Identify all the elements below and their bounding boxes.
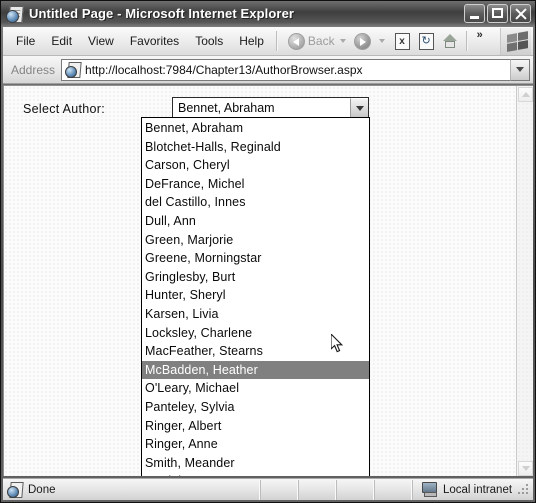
back-arrow-icon [287, 32, 305, 50]
page-content-area: Select Author: Bennet, Abraham Bennet, A… [3, 85, 533, 476]
author-option[interactable]: Blotchet-Halls, Reginald [142, 138, 369, 157]
title-bar: Untitled Page - Microsoft Internet Explo… [1, 1, 535, 26]
network-zone-icon [421, 482, 438, 497]
author-dropdown-list[interactable]: Bennet, Abraham Blotchet-Halls, Reginald C… [141, 117, 370, 476]
address-input[interactable]: http://localhost:7984/Chapter13/AuthorBr… [61, 58, 510, 81]
menu-item-edit[interactable]: Edit [43, 31, 80, 51]
stop-icon: x [394, 33, 410, 50]
author-option[interactable]: Gringlesby, Burt [142, 268, 369, 287]
toolbar-overflow-button[interactable]: » [477, 29, 483, 41]
page-icon [65, 61, 82, 78]
triangle-down-icon [521, 466, 530, 471]
back-button-label: Back [307, 34, 335, 48]
home-button[interactable] [441, 32, 459, 50]
status-message: Done [28, 483, 56, 496]
page-vertical-scrollbar[interactable] [516, 86, 533, 476]
chevron-down-icon [355, 105, 364, 111]
status-segment-3 [337, 479, 375, 500]
menu-toolbar-band: File Edit View Favorites Tools Help Back… [3, 27, 533, 56]
author-option[interactable]: Panteley, Sylvia [142, 398, 369, 417]
address-bar: Address http://localhost:7984/Chapter13/… [3, 56, 533, 84]
menu-item-tools[interactable]: Tools [187, 31, 231, 51]
author-option[interactable]: Greene, Morningstar [142, 249, 369, 268]
status-segment-1 [261, 479, 299, 500]
status-bar: Done Local intranet [3, 478, 533, 500]
menu-item-favorites[interactable]: Favorites [122, 31, 187, 51]
author-option[interactable]: Carson, Cheryl [142, 156, 369, 175]
forward-arrow-icon [353, 32, 371, 50]
navigation-toolbar: Back x ↻ [285, 29, 462, 53]
author-option[interactable]: Hunter, Sheryl [142, 286, 369, 305]
author-option[interactable]: Locksley, Charlene [142, 324, 369, 343]
window-controls [464, 4, 531, 23]
menu-item-help[interactable]: Help [231, 31, 272, 51]
author-option[interactable]: Straight, Dean [142, 472, 369, 476]
author-option[interactable]: del Castillo, Innes [142, 193, 369, 212]
author-option[interactable]: McBadden, Heather [142, 360, 369, 380]
menu-item-file[interactable]: File [8, 31, 43, 51]
toolbar-separator-2 [465, 31, 467, 51]
author-combobox[interactable]: Bennet, Abraham [172, 97, 369, 118]
windows-flag-logo [500, 27, 531, 55]
author-option[interactable]: Green, Marjorie [142, 231, 369, 250]
status-segment-2 [299, 479, 337, 500]
minimize-button[interactable] [464, 4, 485, 23]
author-option[interactable]: DeFrance, Michel [142, 175, 369, 194]
author-option[interactable]: Bennet, Abraham [142, 119, 369, 138]
author-option[interactable]: Karsen, Livia [142, 305, 369, 324]
menu-bar: File Edit View Favorites Tools Help [8, 31, 272, 51]
security-zone-label: Local intranet [443, 483, 513, 496]
author-option[interactable]: O'Leary, Michael [142, 379, 369, 398]
triangle-up-icon [521, 92, 530, 97]
refresh-icon: ↻ [418, 33, 434, 50]
toolbar-separator [275, 31, 277, 51]
ie-page-icon [6, 5, 24, 23]
chevron-down-icon [516, 67, 524, 72]
author-option[interactable]: Ringer, Anne [142, 435, 369, 454]
back-button[interactable]: Back [285, 29, 338, 53]
browser-window-screenshot: Untitled Page - Microsoft Internet Explo… [0, 0, 536, 503]
security-zone-cell[interactable]: Local intranet [413, 480, 533, 500]
address-label: Address [11, 62, 56, 77]
author-option[interactable]: Smith, Meander [142, 454, 369, 473]
maximize-button[interactable] [487, 4, 508, 23]
refresh-button[interactable]: ↻ [417, 32, 435, 50]
author-option[interactable]: Dull, Ann [142, 212, 369, 231]
close-button[interactable] [510, 4, 531, 23]
forward-history-chevron-down-icon[interactable] [378, 39, 385, 43]
window-title: Untitled Page - Microsoft Internet Explo… [29, 6, 295, 21]
stop-button[interactable]: x [393, 32, 411, 50]
address-url-text: http://localhost:7984/Chapter13/AuthorBr… [85, 62, 363, 77]
address-dropdown-button[interactable] [510, 58, 530, 81]
status-message-cell: Done [3, 479, 261, 500]
author-option[interactable]: Ringer, Albert [142, 417, 369, 436]
status-segment-4 [375, 479, 413, 500]
page-icon [7, 481, 24, 498]
home-icon [442, 34, 457, 48]
author-combobox-value: Bennet, Abraham [178, 100, 275, 115]
author-option[interactable]: MacFeather, Stearns [142, 342, 369, 361]
scroll-up-button[interactable] [518, 87, 533, 102]
select-author-label: Select Author: [23, 102, 106, 116]
menu-item-view[interactable]: View [80, 31, 122, 51]
scroll-down-button[interactable] [518, 461, 533, 476]
forward-button[interactable] [351, 29, 377, 53]
resize-grip[interactable] [518, 483, 530, 496]
author-combobox-toggle[interactable] [350, 98, 368, 117]
back-history-chevron-down-icon[interactable] [339, 39, 346, 43]
